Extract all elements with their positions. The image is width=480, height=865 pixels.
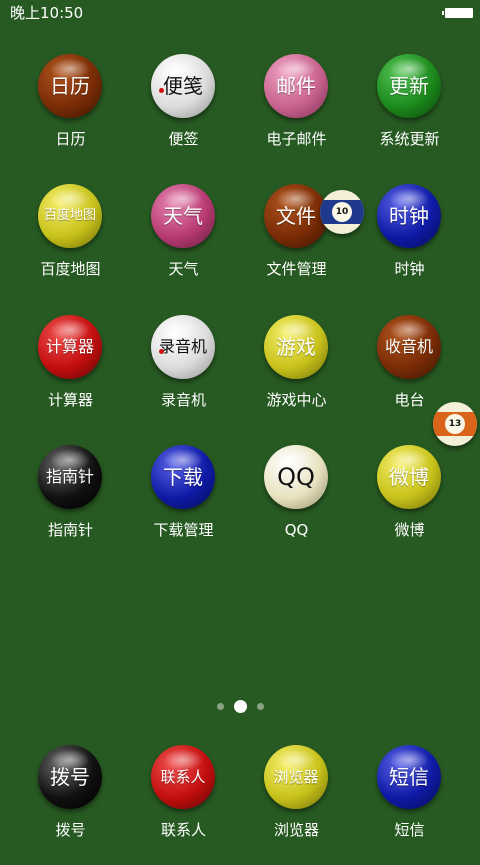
status-bar: 晚上10:50 xyxy=(0,0,480,26)
calculator-icon-text: 计算器 xyxy=(45,337,94,356)
red-dot-icon xyxy=(159,88,164,93)
messages-icon-text: 短信 xyxy=(389,765,429,789)
dialer-icon: 拨号 xyxy=(38,745,102,809)
qq-icon-text: QQ xyxy=(277,463,315,491)
app-label: 文件管理 xyxy=(266,260,327,278)
dock-dialer[interactable]: 拨号 拨号 xyxy=(14,745,127,865)
app-notes[interactable]: 便笺 便签 xyxy=(127,54,240,174)
file-icon: 文件 xyxy=(264,184,328,248)
recorder-icon: 录音机 xyxy=(151,315,215,379)
red-dot-icon xyxy=(159,349,164,354)
radio-icon-text: 收音机 xyxy=(384,337,433,356)
map-icon: 百度地图 xyxy=(38,184,102,248)
billiard-ball-13-icon: 13 xyxy=(433,402,477,446)
app-email[interactable]: 邮件 电子邮件 xyxy=(240,54,353,174)
calendar-icon: 日历 xyxy=(38,54,102,118)
status-time: 晚上10:50 xyxy=(10,4,84,22)
weibo-icon-text: 微博 xyxy=(389,465,429,489)
app-label: 下载管理 xyxy=(153,521,214,539)
dock: 拨号 拨号 联系人 联系人 浏览器 浏览器 短信 短信 xyxy=(0,745,480,853)
dock-contacts[interactable]: 联系人 联系人 xyxy=(127,745,240,865)
app-label: 微博 xyxy=(394,521,425,539)
clock-icon: 时钟 xyxy=(377,184,441,248)
contacts-icon-text: 联系人 xyxy=(160,768,206,786)
email-icon-text: 邮件 xyxy=(276,74,316,98)
messages-icon: 短信 xyxy=(377,745,441,809)
page-indicator xyxy=(0,698,480,714)
notes-icon: 便笺 xyxy=(151,54,215,118)
dock-browser[interactable]: 浏览器 浏览器 xyxy=(240,745,353,865)
app-label: QQ xyxy=(284,521,309,539)
app-label: 日历 xyxy=(55,130,86,148)
page-dot-1[interactable] xyxy=(216,702,224,710)
app-download-manager[interactable]: 下载 下载管理 xyxy=(127,445,240,565)
dock-messages[interactable]: 短信 短信 xyxy=(353,745,466,865)
app-qq[interactable]: QQ QQ xyxy=(240,445,353,565)
weibo-icon: 微博 xyxy=(377,445,441,509)
browser-icon-text: 浏览器 xyxy=(273,768,319,786)
app-label: 拨号 xyxy=(55,821,86,839)
app-label: 电子邮件 xyxy=(266,130,327,148)
app-game-center[interactable]: 游戏 游戏中心 xyxy=(240,315,353,435)
email-icon: 邮件 xyxy=(264,54,328,118)
calendar-icon-text: 日历 xyxy=(50,74,90,98)
recorder-icon-text: 录音机 xyxy=(158,337,207,356)
app-label: 指南针 xyxy=(47,521,93,539)
page-dot-2-active[interactable] xyxy=(233,699,247,713)
app-label: 系统更新 xyxy=(379,130,440,148)
app-calculator[interactable]: 计算器 计算器 xyxy=(14,315,127,435)
app-recorder[interactable]: 录音机 录音机 xyxy=(127,315,240,435)
contacts-icon: 联系人 xyxy=(151,745,215,809)
calculator-icon: 计算器 xyxy=(38,315,102,379)
map-icon-text: 百度地图 xyxy=(43,208,96,223)
weather-icon-text: 天气 xyxy=(163,204,203,228)
page-dot-3[interactable] xyxy=(256,702,264,710)
compass-icon: 指南针 xyxy=(38,445,102,509)
game-icon-text: 游戏 xyxy=(276,335,316,359)
app-baidu-map[interactable]: 百度地图 百度地图 xyxy=(14,184,127,304)
game-icon: 游戏 xyxy=(264,315,328,379)
compass-icon-text: 指南针 xyxy=(45,467,94,486)
dialer-icon-text: 拨号 xyxy=(50,765,90,789)
app-compass[interactable]: 指南针 指南针 xyxy=(14,445,127,565)
app-weather[interactable]: 天气 天气 xyxy=(127,184,240,304)
billiard-number: 10 xyxy=(332,202,352,222)
app-system-update[interactable]: 更新 系统更新 xyxy=(353,54,466,174)
clock-icon-text: 时钟 xyxy=(389,204,429,228)
update-icon: 更新 xyxy=(377,54,441,118)
app-label: 浏览器 xyxy=(273,821,319,839)
billiard-number: 13 xyxy=(445,414,465,434)
file-icon-text: 文件 xyxy=(276,204,316,228)
app-calendar[interactable]: 日历 日历 xyxy=(14,54,127,174)
browser-icon: 浏览器 xyxy=(264,745,328,809)
app-weibo[interactable]: 微博 微博 xyxy=(353,445,466,565)
app-label: 录音机 xyxy=(160,391,206,409)
app-label: 联系人 xyxy=(160,821,206,839)
notes-icon-text: 便笺 xyxy=(163,74,203,98)
radio-icon: 收音机 xyxy=(377,315,441,379)
app-label: 天气 xyxy=(168,260,199,278)
app-clock[interactable]: 时钟 时钟 xyxy=(353,184,466,304)
billiard-ball-10-icon: 10 xyxy=(320,190,364,234)
app-label: 计算器 xyxy=(47,391,93,409)
download-icon: 下载 xyxy=(151,445,215,509)
app-label: 短信 xyxy=(394,821,425,839)
app-label: 时钟 xyxy=(394,260,425,278)
app-label: 游戏中心 xyxy=(266,391,327,409)
qq-icon: QQ xyxy=(264,445,328,509)
battery-full-icon xyxy=(442,8,473,18)
update-icon-text: 更新 xyxy=(389,74,429,98)
app-label: 百度地图 xyxy=(40,260,101,278)
download-icon-text: 下载 xyxy=(163,465,203,489)
weather-icon: 天气 xyxy=(151,184,215,248)
app-label: 便签 xyxy=(168,130,199,148)
